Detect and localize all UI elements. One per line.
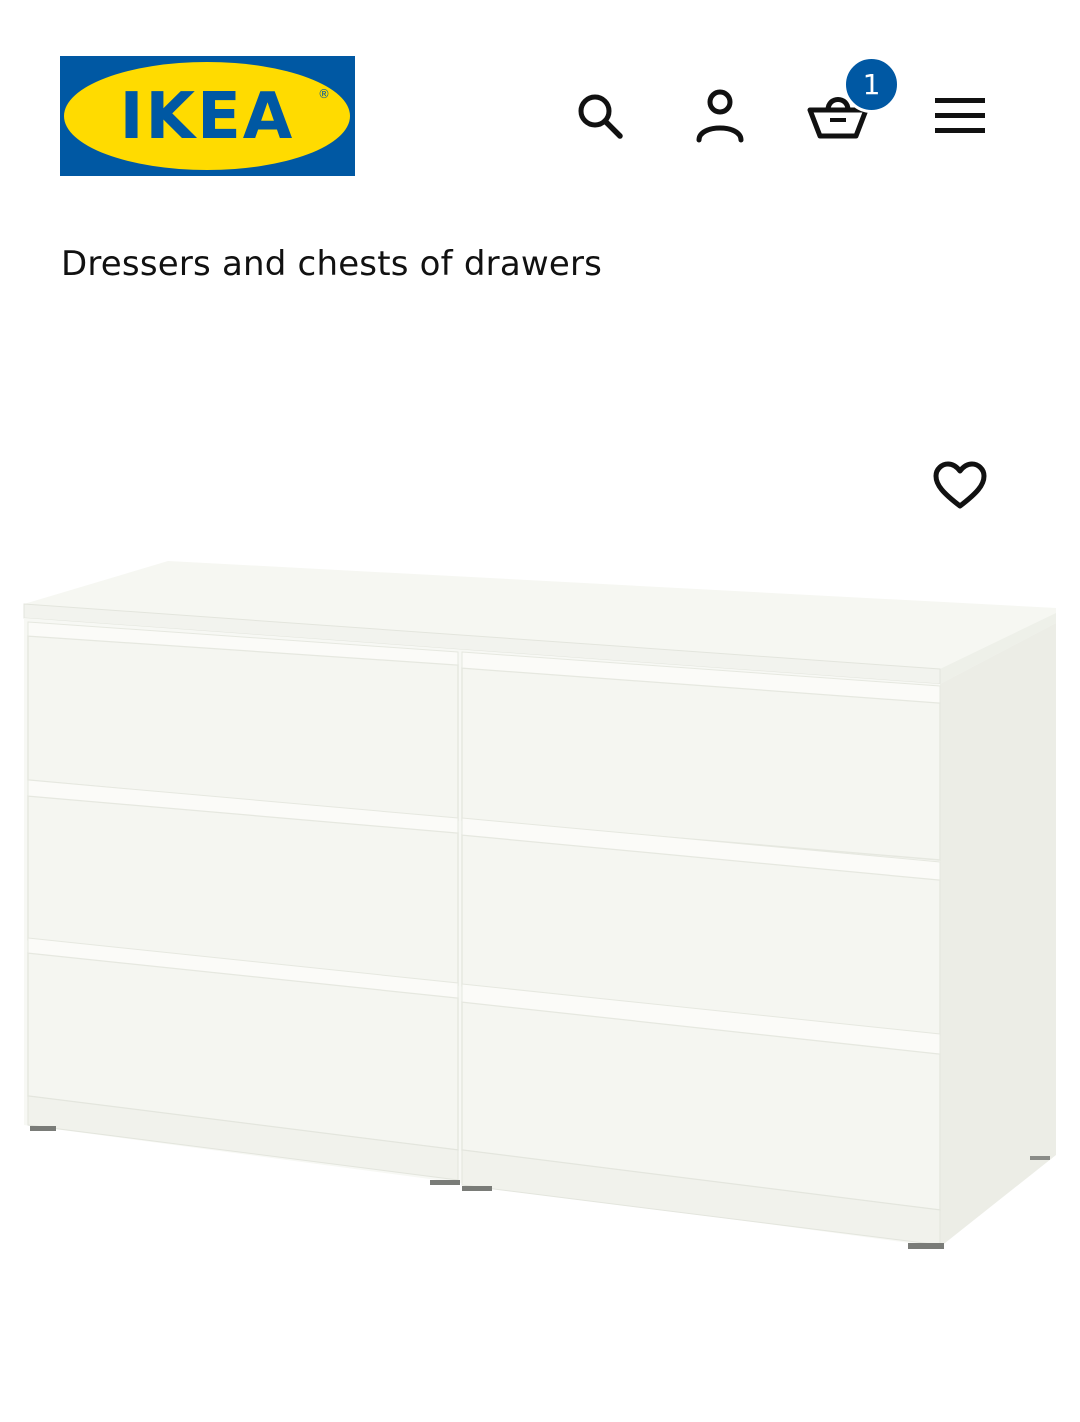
logo-text: IKEA	[120, 80, 295, 154]
search-button[interactable]	[568, 84, 632, 148]
ikea-logo[interactable]: IKEA ®	[60, 56, 355, 176]
heart-icon	[933, 461, 987, 509]
cart-count-badge: 1	[843, 56, 900, 113]
product-image[interactable]	[0, 540, 1080, 1280]
account-button[interactable]	[688, 84, 752, 148]
search-icon	[578, 94, 623, 139]
logo-registered-mark: ®	[318, 87, 330, 101]
user-icon	[696, 89, 744, 143]
hamburger-menu-icon	[935, 98, 985, 133]
category-title: Dressers and chests of drawers	[61, 244, 603, 284]
dresser-illustration	[23, 561, 1056, 1249]
favorite-button[interactable]	[928, 454, 992, 518]
top-header: IKEA ® 1	[0, 0, 1080, 200]
menu-button[interactable]	[928, 84, 992, 148]
